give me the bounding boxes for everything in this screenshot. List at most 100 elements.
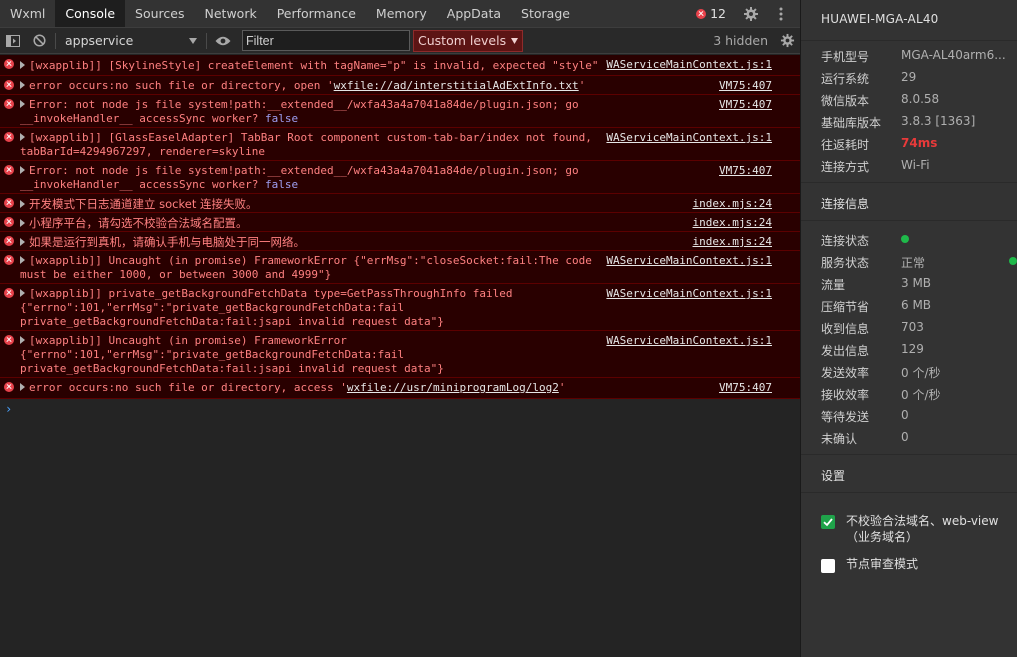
divider: [801, 40, 1017, 41]
console-settings-gear-icon[interactable]: [774, 29, 800, 53]
error-message-suffix: ': [558, 381, 566, 394]
node-inspect-checkbox[interactable]: [821, 559, 835, 573]
tab-console[interactable]: Console: [55, 0, 126, 27]
error-icon: [4, 132, 14, 142]
console-error-row[interactable]: [wxapplib]] Uncaught (in promise) Framew…: [0, 330, 800, 378]
error-icon: [696, 8, 707, 19]
error-icon: [4, 255, 14, 265]
file-link[interactable]: wxfile://ad/interstitialAdExtInfo.txt: [334, 79, 579, 92]
tab-wxml[interactable]: Wxml: [0, 0, 55, 27]
conn-value: 0: [901, 430, 909, 444]
info-row: 连接方式 Wi-Fi: [821, 158, 1011, 176]
console-error-row[interactable]: error occurs:no such file or directory, …: [0, 75, 800, 95]
eye-icon[interactable]: [210, 29, 236, 53]
source-link[interactable]: VM75:407: [719, 381, 772, 395]
error-message: 开发模式下日志通道建立 socket 连接失败。: [29, 197, 258, 211]
filter-input[interactable]: [242, 30, 410, 51]
tab-network[interactable]: Network: [195, 0, 267, 27]
toolbar-divider: [55, 32, 56, 49]
settings-gear-icon[interactable]: [738, 1, 764, 27]
source-link[interactable]: VM75:407: [719, 164, 772, 178]
conn-row: 收到信息 703: [821, 320, 1011, 338]
conn-row: 未确认 0: [821, 430, 1011, 448]
console-error-row[interactable]: [wxapplib]] [SkylineStyle] createElement…: [0, 55, 800, 76]
error-icon: [4, 165, 14, 175]
error-icon: [4, 80, 14, 90]
source-link[interactable]: WAServiceMainContext.js:1: [606, 287, 772, 301]
source-link[interactable]: WAServiceMainContext.js:1: [606, 58, 772, 72]
console-error-row[interactable]: Error: not node js file system!path:__ex…: [0, 94, 800, 128]
console-error-row[interactable]: Error: not node js file system!path:__ex…: [0, 160, 800, 194]
device-info-panel: HUAWEI-MGA-AL40 手机型号 MGA-AL40arm6... 运行系统…: [800, 0, 1017, 657]
skip-domain-checkbox[interactable]: [821, 515, 835, 529]
console-error-row[interactable]: 如果是运行到真机，请确认手机与电脑处于同一网络。 index.mjs:24: [0, 231, 800, 251]
tab-performance[interactable]: Performance: [267, 0, 366, 27]
error-icon: [4, 198, 14, 208]
expand-triangle-icon[interactable]: [20, 166, 25, 174]
expand-triangle-icon[interactable]: [20, 238, 25, 246]
expand-triangle-icon[interactable]: [20, 336, 25, 344]
console-error-row[interactable]: [wxapplib]] [GlassEaselAdapter] TabBar R…: [0, 127, 800, 161]
source-link[interactable]: index.mjs:24: [693, 216, 772, 230]
error-message: 小程序平台，请勾选不校验合法域名配置。: [29, 216, 248, 230]
node-inspect-label: 节点审查模式: [846, 557, 919, 571]
source-link[interactable]: WAServiceMainContext.js:1: [606, 254, 772, 268]
conn-key: 发送效率: [821, 366, 870, 380]
error-message: [wxapplib]] Uncaught (in promise) Framew…: [20, 254, 599, 281]
context-select[interactable]: appservice: [59, 31, 203, 51]
console-error-row[interactable]: 小程序平台，请勾选不校验合法域名配置。 index.mjs:24: [0, 212, 800, 232]
connection-status-indicator: [901, 232, 1011, 246]
expand-triangle-icon[interactable]: [20, 133, 25, 141]
check-icon: [823, 518, 833, 527]
error-icon: [4, 382, 14, 392]
console-log: [wxapplib]] [SkylineStyle] createElement…: [0, 55, 800, 657]
info-key: 微信版本: [821, 94, 870, 108]
error-message: [wxapplib]] [SkylineStyle] createElement…: [29, 59, 599, 72]
expand-triangle-icon[interactable]: [20, 256, 25, 264]
conn-key: 压缩节省: [821, 300, 870, 314]
conn-value: 703: [901, 320, 924, 334]
info-value: 8.0.58: [901, 92, 940, 106]
chevron-down-icon: [189, 37, 197, 44]
expand-triangle-icon[interactable]: [20, 81, 25, 89]
console-error-row[interactable]: error occurs:no such file or directory, …: [0, 377, 800, 399]
expand-triangle-icon[interactable]: [20, 219, 25, 227]
source-link[interactable]: index.mjs:24: [693, 235, 772, 249]
console-prompt[interactable]: ›: [0, 399, 800, 419]
expand-triangle-icon[interactable]: [20, 383, 25, 391]
connection-section-title: 连接信息: [821, 197, 870, 211]
node-inspect-option[interactable]: 节点审查模式: [821, 556, 1011, 574]
info-key: 运行系统: [821, 72, 870, 86]
clear-console-icon[interactable]: [26, 29, 52, 53]
source-link[interactable]: VM75:407: [719, 79, 772, 93]
console-error-row[interactable]: [wxapplib]] private_getBackgroundFetchDa…: [0, 283, 800, 331]
source-link[interactable]: VM75:407: [719, 98, 772, 112]
source-link[interactable]: WAServiceMainContext.js:1: [606, 131, 772, 145]
error-message: 如果是运行到真机，请确认手机与电脑处于同一网络。: [29, 235, 305, 249]
console-error-row[interactable]: [wxapplib]] Uncaught (in promise) Framew…: [0, 250, 800, 284]
skip-domain-check-option[interactable]: 不校验合法域名、web-view（业务域名）: [821, 513, 1011, 547]
settings-section-title: 设置: [821, 469, 846, 483]
more-menu-icon[interactable]: [768, 1, 794, 27]
source-link[interactable]: index.mjs:24: [693, 197, 772, 211]
expand-triangle-icon[interactable]: [20, 289, 25, 297]
tab-sources[interactable]: Sources: [125, 0, 194, 27]
log-levels-dropdown[interactable]: Custom levels: [413, 29, 524, 52]
file-link[interactable]: wxfile://usr/miniprogramLog/log2: [347, 381, 559, 394]
source-link[interactable]: WAServiceMainContext.js:1: [606, 334, 772, 348]
console-error-row[interactable]: 开发模式下日志通道建立 socket 连接失败。 index.mjs:24: [0, 193, 800, 213]
divider: [801, 454, 1017, 455]
expand-triangle-icon[interactable]: [20, 200, 25, 208]
divider: [801, 182, 1017, 183]
skip-domain-label: 不校验合法域名、web-view（业务域名）: [846, 514, 999, 544]
round-trip-value: 74ms: [901, 136, 938, 150]
tab-appdata[interactable]: AppData: [437, 0, 511, 27]
info-key: 基础库版本: [821, 116, 882, 130]
error-count-badge[interactable]: 12: [688, 6, 734, 21]
devtools-pane: Wxml Console Sources Network Performance…: [0, 0, 800, 657]
expand-triangle-icon[interactable]: [20, 61, 25, 69]
sidebar-toggle-icon[interactable]: [0, 29, 26, 53]
tab-memory[interactable]: Memory: [366, 0, 437, 27]
tab-storage[interactable]: Storage: [511, 0, 580, 27]
expand-triangle-icon[interactable]: [20, 100, 25, 108]
